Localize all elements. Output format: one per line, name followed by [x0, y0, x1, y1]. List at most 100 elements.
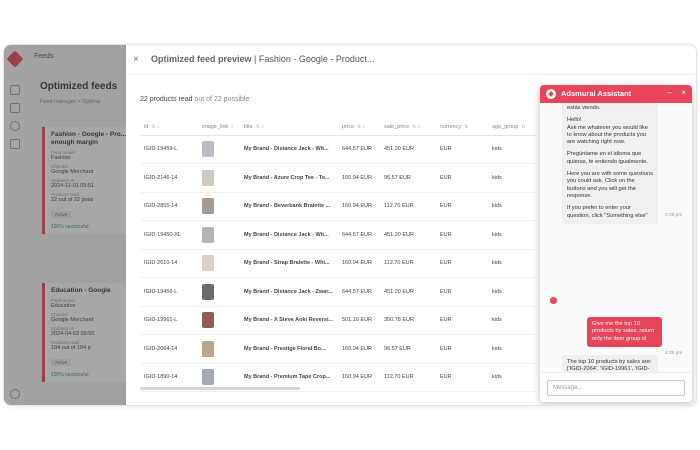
- assistant-title: Adsmurai Assistant: [561, 89, 632, 98]
- cell-currency: EUR: [436, 163, 488, 193]
- product-image: [202, 169, 214, 186]
- cell-sale-price: 350.78 EUR: [380, 306, 436, 335]
- sort-filter-icon[interactable]: ⇅: [464, 124, 468, 130]
- chat-message-input[interactable]: [547, 380, 685, 396]
- table-row[interactable]: IGID-2855-14 My Brand - Beverbank Bralett…: [140, 192, 536, 221]
- products-count: 22 products read out of 22 possible: [140, 96, 249, 103]
- cell-id: IGID-19459-L: [140, 135, 198, 164]
- close-icon[interactable]: ×: [681, 88, 686, 97]
- cell-image: [198, 192, 240, 221]
- sort-filter-icon[interactable]: ⇅ ⌕: [357, 124, 365, 130]
- cell-sale-price: 451.20 EUR: [380, 277, 436, 307]
- table-row[interactable]: IGID-2146-14 My Brand - Azure Crop Tee - …: [140, 163, 536, 193]
- panel-title-feed: | Fashion - Google - Product...: [251, 54, 375, 64]
- sort-filter-icon[interactable]: ⇅ ⌕: [412, 124, 420, 130]
- minimize-icon[interactable]: –: [668, 88, 672, 97]
- message-time: 4:39 pm: [665, 213, 683, 218]
- bot-message-text: estás viendo.: [567, 105, 601, 111]
- cell-currency: EUR: [436, 306, 488, 335]
- panel-title-main: Optimized feed preview: [151, 54, 252, 64]
- cell-image: [198, 277, 240, 307]
- cell-price: 160.94 EUR: [338, 192, 380, 221]
- cell-price: 160.94 EUR: [338, 334, 380, 364]
- cell-image: [198, 220, 240, 250]
- cell-age-group: kids: [488, 192, 536, 221]
- cell-currency: EUR: [436, 249, 488, 278]
- cell-title: My Brand - Beverbank Bralette ...: [240, 192, 338, 221]
- cell-currency: EUR: [436, 334, 488, 364]
- cell-age-group: kids: [488, 363, 536, 392]
- assistant-header: Adsmurai Assistant – ×: [540, 85, 692, 103]
- assistant-logo-icon: [546, 89, 556, 99]
- sort-filter-icon[interactable]: ⌕: [231, 124, 234, 130]
- cell-sale-price: 96.57 EUR: [380, 334, 436, 364]
- cell-price: 160.94 EUR: [338, 163, 380, 193]
- cell-id: IGID-19961-L: [140, 306, 198, 335]
- bot-message-text: Here you are with some questions you cou…: [567, 171, 653, 199]
- product-image: [202, 198, 214, 215]
- product-image: [202, 141, 214, 158]
- cell-price: 644.57 EUR: [338, 135, 380, 164]
- cell-image: [198, 135, 240, 164]
- product-image: [202, 283, 214, 300]
- column-header[interactable]: currency ⇅: [436, 119, 488, 136]
- cell-currency: EUR: [436, 363, 488, 392]
- products-read: 22 products read: [140, 96, 193, 103]
- cell-age-group: kids: [488, 163, 536, 193]
- chat-messages: estás viendo. Hello! Ask me whatever you…: [540, 103, 692, 372]
- column-header[interactable]: age_group ⇅: [488, 119, 536, 136]
- cell-sale-price: 112.70 EUR: [380, 192, 436, 221]
- table-row[interactable]: IGID-19459-L My Brand - Distance Jack - W…: [140, 135, 536, 164]
- product-image: [202, 340, 214, 357]
- cell-image: [198, 306, 240, 335]
- cell-title: My Brand - Distance Jack - Wit...: [240, 220, 338, 250]
- cell-sale-price: 451.20 EUR: [380, 220, 436, 250]
- message-time: 4:39 pm: [665, 351, 683, 356]
- cell-price: 644.57 EUR: [338, 220, 380, 250]
- products-possible: out of 22 possible: [192, 96, 250, 103]
- cell-age-group: kids: [488, 306, 536, 335]
- cell-id: IGID-2146-14: [140, 163, 198, 193]
- horizontal-scrollbar[interactable]: [140, 387, 300, 390]
- panel-header: × Optimized feed preview | Fashion - Goo…: [126, 45, 696, 75]
- cell-id: IGID-19450-XL: [140, 220, 198, 250]
- cell-sale-price: 112.70 EUR: [380, 249, 436, 278]
- modal-backdrop[interactable]: [4, 45, 126, 405]
- column-header[interactable]: price ⇅ ⌕: [338, 119, 380, 136]
- product-image: [202, 312, 214, 329]
- cell-id: IGID-2610-14: [140, 249, 198, 278]
- column-header[interactable]: title ⇅ ⌕: [240, 119, 338, 136]
- product-image: [202, 226, 214, 243]
- column-header[interactable]: image_link ⌕: [198, 119, 240, 136]
- cell-title: My Brand - Prestige Floral Bo...: [240, 334, 338, 364]
- cell-age-group: kids: [488, 135, 536, 164]
- column-header[interactable]: id ⇅ ⌕: [140, 119, 198, 136]
- sort-filter-icon[interactable]: ⇅ ⌕: [256, 124, 264, 130]
- sort-filter-icon[interactable]: ⇅ ⌕: [151, 124, 159, 130]
- table-row[interactable]: IGID-2610-14 My Brand - Strap Bralette - …: [140, 249, 536, 278]
- cell-image: [198, 249, 240, 278]
- cell-price: 160.94 EUR: [338, 363, 380, 392]
- cell-title: My Brand - Azure Crop Tee - Te...: [240, 163, 338, 193]
- cell-currency: EUR: [436, 192, 488, 221]
- bot-message-text: Pregúntame en el idioma que quieras, te …: [567, 151, 648, 165]
- cell-age-group: kids: [488, 334, 536, 364]
- table-row[interactable]: IGID-19456-L My Brand - Distance Jack - Z…: [140, 277, 536, 307]
- column-header[interactable]: sale_price ⇅ ⌕: [380, 119, 436, 136]
- sort-filter-icon[interactable]: ⇅: [521, 124, 525, 130]
- cell-age-group: kids: [488, 220, 536, 250]
- cell-title: My Brand - X Steve Aoki Reversi...: [240, 306, 338, 335]
- cell-currency: EUR: [436, 277, 488, 307]
- assistant-chat-window: Adsmurai Assistant – × estás viendo. Hel…: [540, 85, 692, 402]
- product-image: [202, 369, 214, 386]
- cell-image: [198, 163, 240, 193]
- table-row[interactable]: IGID-2064-14 My Brand - Prestige Floral B…: [140, 334, 536, 364]
- bot-message: estás viendo. Hello! Ask me whatever you…: [562, 103, 658, 224]
- table-row[interactable]: IGID-19450-XL My Brand - Distance Jack - …: [140, 220, 536, 250]
- close-panel-icon[interactable]: ×: [133, 54, 139, 65]
- bot-message: The top 10 products by sales are: ['IGID…: [562, 355, 658, 372]
- cell-sale-price: 112.70 EUR: [380, 363, 436, 392]
- app-window: Feeds Optimized feeds Feed manager > Opt…: [3, 44, 697, 406]
- table-row[interactable]: IGID-19961-L My Brand - X Steve Aoki Reve…: [140, 306, 536, 335]
- panel-title: Optimized feed preview | Fashion - Googl…: [151, 54, 374, 64]
